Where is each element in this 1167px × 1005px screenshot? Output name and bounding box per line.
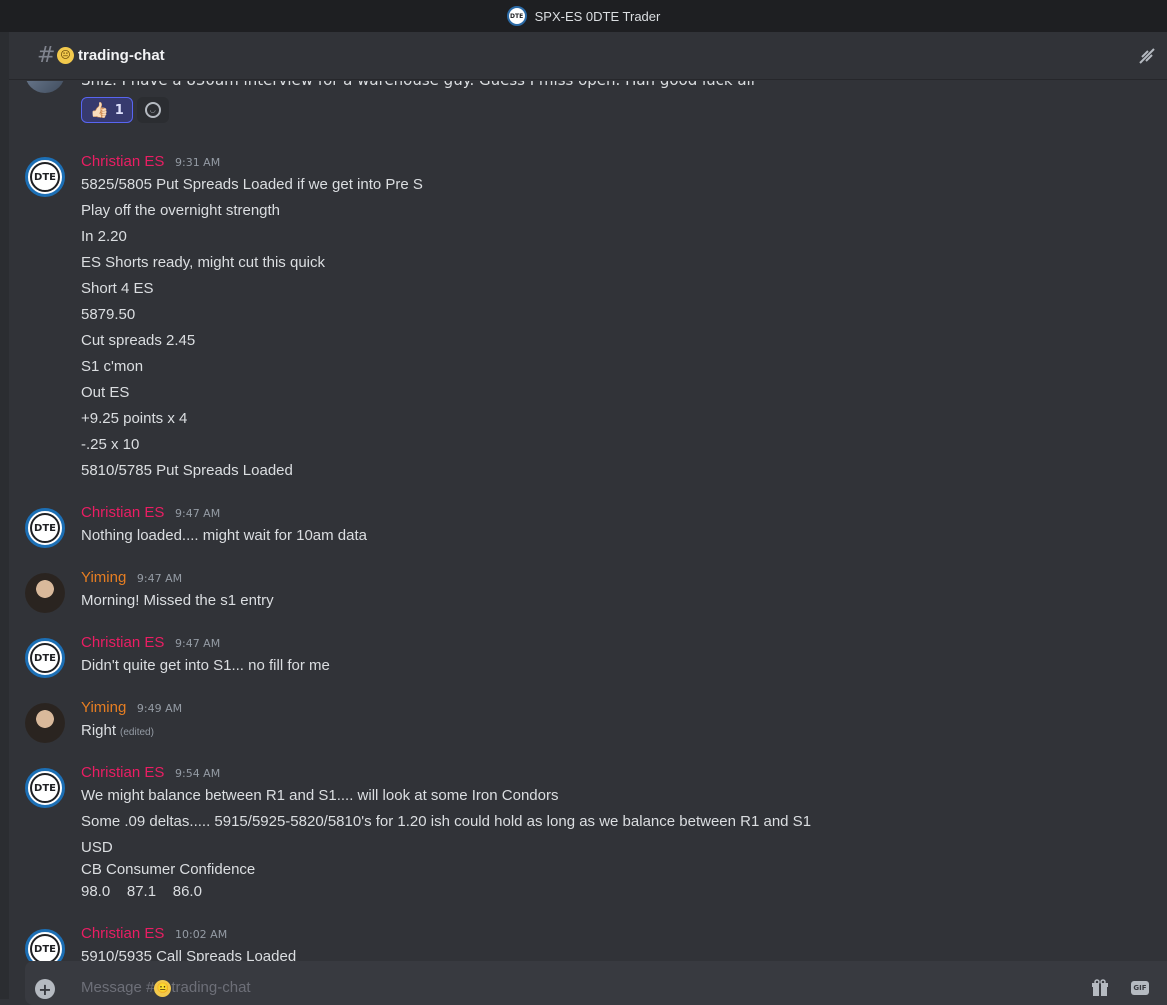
message-body: We might balance between R1 and S1.... w… <box>81 786 811 904</box>
author-name[interactable]: Christian ES <box>81 634 164 651</box>
window-title-group: DTE SPX-ES 0DTE Trader <box>506 6 661 26</box>
thumbs-up-icon: 👍🏻 <box>90 101 109 119</box>
message-text: Shiz. I have a 830am interview for a war… <box>81 81 755 89</box>
author-name[interactable]: Christian ES <box>81 504 164 521</box>
odte-logo-icon: DTE <box>30 162 60 192</box>
placeholder-prefix: Message # <box>81 979 155 996</box>
message-body: 5825/5805 Put Spreads Loaded if we get i… <box>81 175 423 487</box>
placeholder-channel: trading-chat <box>171 979 251 996</box>
odte-logo-icon: DTE <box>30 513 60 543</box>
message-text: Cut spreads 2.45 <box>81 332 196 349</box>
message-text: We might balance between R1 and S1.... w… <box>81 787 559 804</box>
message-text: +9.25 points x 4 <box>81 410 188 427</box>
avatar[interactable]: DTE <box>25 929 65 961</box>
message-header: Christian ES 9:54 AM <box>81 764 220 781</box>
message-text: S1 c'mon <box>81 358 144 375</box>
server-sidebar-edge <box>0 32 9 999</box>
avatar[interactable] <box>25 573 65 613</box>
message-text: Morning! Missed the s1 entry <box>81 592 274 609</box>
message-body: Right (edited) <box>81 721 154 747</box>
message-text: 98.0 87.1 86.0 <box>81 883 202 900</box>
add-reaction-icon: ◡ <box>144 102 161 118</box>
author-name[interactable]: Christian ES <box>81 764 164 781</box>
message-body: Didn't quite get into S1... no fill for … <box>81 656 330 682</box>
avatar[interactable] <box>25 703 65 743</box>
message-header: Yiming 9:49 AM <box>81 699 182 716</box>
channel-hash-icon: # <box>37 43 56 68</box>
message-header: Christian ES 9:31 AM <box>81 153 220 170</box>
message-input[interactable]: + Message # 😐 trading-chat GIF <box>25 961 1167 1005</box>
threads-icon[interactable] <box>1137 46 1157 66</box>
timestamp: 9:47 AM <box>174 507 221 520</box>
odte-logo-icon: DTE <box>30 934 60 961</box>
reaction-count: 1 <box>114 102 124 118</box>
window-title: SPX-ES 0DTE Trader <box>534 8 661 24</box>
message-body: 5910/5935 Call Spreads Loaded <box>81 947 296 961</box>
channel-emoji-icon: 😐 <box>154 979 172 997</box>
channel-header: # 😐 trading-chat <box>9 32 1167 80</box>
message-text: ES Shorts ready, might cut this quick <box>81 254 325 271</box>
message-text: 5825/5805 Put Spreads Loaded if we get i… <box>81 176 423 193</box>
add-reaction-button[interactable]: ◡ <box>136 97 169 123</box>
message-text: Play off the overnight strength <box>81 202 281 219</box>
message-text: CB Consumer Confidence <box>81 861 256 878</box>
message-text: In 2.20 <box>81 228 127 245</box>
avatar[interactable]: DTE <box>25 508 65 548</box>
odte-logo-icon: DTE <box>30 643 60 673</box>
message-text: 5879.50 <box>81 306 136 323</box>
message-input-placeholder: Message # 😐 trading-chat <box>81 979 251 997</box>
avatar[interactable] <box>25 81 65 93</box>
reaction-thumbs-up[interactable]: 👍🏻 1 <box>81 97 133 123</box>
message-text: Right <box>81 722 117 739</box>
message-header: Yiming 9:47 AM <box>81 569 182 586</box>
composer-area: + Message # 😐 trading-chat GIF <box>9 961 1167 1005</box>
timestamp: 9:54 AM <box>174 767 221 780</box>
author-name[interactable]: Christian ES <box>81 153 164 170</box>
message-header: Christian ES 9:47 AM <box>81 504 220 521</box>
message-body: Morning! Missed the s1 entry <box>81 591 274 617</box>
message-header: Christian ES 10:02 AM <box>81 925 227 942</box>
gift-icon[interactable] <box>1091 979 1109 997</box>
message-text: 5910/5935 Call Spreads Loaded <box>81 948 297 961</box>
timestamp: 9:47 AM <box>136 572 183 585</box>
message-text: Some .09 deltas..... 5915/5925-5820/5810… <box>81 813 812 830</box>
avatar[interactable]: DTE <box>25 157 65 197</box>
gif-button[interactable]: GIF <box>1131 981 1149 995</box>
author-name[interactable]: Yiming <box>81 569 126 586</box>
avatar[interactable]: DTE <box>25 768 65 808</box>
message-text: Out ES <box>81 384 130 401</box>
timestamp: 9:31 AM <box>174 156 221 169</box>
author-name[interactable]: Christian ES <box>81 925 164 942</box>
message-body: Nothing loaded.... might wait for 10am d… <box>81 526 367 552</box>
reaction-bar: 👍🏻 1 ◡ <box>81 97 169 123</box>
message-feed[interactable]: Shiz. I have a 830am interview for a war… <box>9 81 1167 961</box>
message-text: -.25 x 10 <box>81 436 140 453</box>
message-text: USD <box>81 839 113 856</box>
avatar[interactable]: DTE <box>25 638 65 678</box>
message-text-row: Right (edited) <box>81 721 154 747</box>
odte-logo-icon: DTE <box>30 773 60 803</box>
server-icon: DTE <box>506 6 527 26</box>
message-text: 5810/5785 Put Spreads Loaded <box>81 462 293 479</box>
message-text: Short 4 ES <box>81 280 154 297</box>
message-text: Nothing loaded.... might wait for 10am d… <box>81 527 367 544</box>
timestamp: 10:02 AM <box>174 928 228 941</box>
channel-emoji-icon: 😐 <box>57 47 74 64</box>
upload-plus-icon[interactable]: + <box>35 979 55 999</box>
message-text: Didn't quite get into S1... no fill for … <box>81 657 330 674</box>
timestamp: 9:47 AM <box>174 637 221 650</box>
author-name[interactable]: Yiming <box>81 699 126 716</box>
window-titlebar: DTE SPX-ES 0DTE Trader <box>0 0 1167 32</box>
channel-name: trading-chat <box>78 47 165 64</box>
message-header: Christian ES 9:47 AM <box>81 634 220 651</box>
timestamp: 9:49 AM <box>136 702 183 715</box>
edited-label: (edited) <box>120 727 154 738</box>
